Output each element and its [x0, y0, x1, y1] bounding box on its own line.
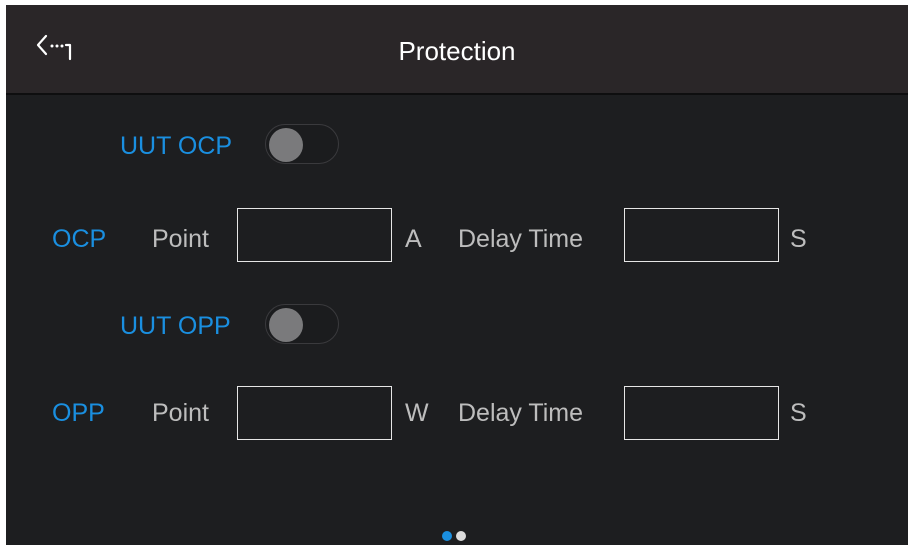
opp-delay-time-input[interactable]: [624, 386, 779, 440]
opp-delay-time-unit: S: [790, 399, 807, 427]
ocp-delay-time-input[interactable]: [624, 208, 779, 262]
uut-opp-toggle[interactable]: [265, 304, 339, 344]
opp-point-unit: W: [405, 399, 429, 427]
uut-opp-label: UUT OPP: [120, 312, 231, 340]
ocp-point-input[interactable]: [237, 208, 392, 262]
page-title: Protection: [398, 36, 516, 66]
uut-ocp-label: UUT OCP: [120, 132, 233, 160]
opp-point-input[interactable]: [237, 386, 392, 440]
opp-label: OPP: [52, 399, 105, 427]
ocp-delay-time-unit: S: [790, 225, 807, 253]
protection-screen: Protection UUT OCP OCP Point A Delay Tim…: [6, 5, 908, 545]
ocp-delay-time-label: Delay Time: [458, 225, 584, 253]
header-bar: Protection: [6, 5, 908, 95]
uut-ocp-toggle[interactable]: [265, 124, 339, 164]
ocp-point-label: Point: [152, 225, 209, 253]
ocp-point-unit: A: [405, 225, 422, 253]
toggle-knob: [269, 128, 303, 162]
opp-point-label: Point: [152, 399, 209, 427]
opp-delay-time-label: Delay Time: [458, 399, 584, 427]
page-indicator-dot[interactable]: [456, 531, 466, 541]
ocp-label: OCP: [52, 225, 107, 253]
toggle-knob: [269, 308, 303, 342]
page-indicator-dot-active[interactable]: [442, 531, 452, 541]
